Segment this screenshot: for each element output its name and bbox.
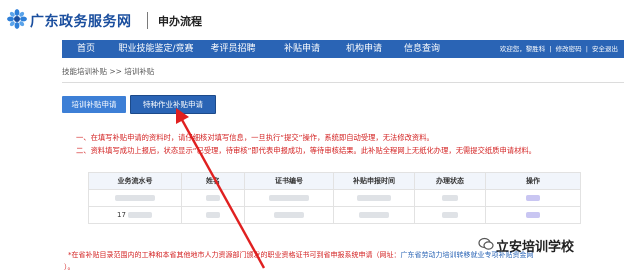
cell-cert-no (244, 189, 334, 207)
nav-subsidy-apply[interactable]: 补贴申请 (276, 40, 328, 58)
cell-name (181, 189, 245, 207)
nav-skill-appraisal[interactable]: 职业技能鉴定/竞赛 (114, 40, 198, 58)
col-serial: 业务流水号 (88, 172, 182, 190)
welcome-text: 欢迎您，黎胜科 (499, 45, 546, 53)
table-row: 17 (88, 206, 581, 224)
breadcrumb: 技能培训补贴 >> 培训补贴 (62, 67, 155, 76)
col-name: 姓名 (181, 172, 245, 190)
cell-status (414, 189, 486, 207)
col-action: 操作 (485, 172, 581, 190)
logout-link[interactable]: 安全退出 (592, 45, 618, 53)
tab-special-operation-subsidy[interactable]: 特种作业补贴申请 (130, 95, 216, 114)
cell-action[interactable] (485, 189, 581, 207)
cell-serial: 17 (88, 206, 182, 224)
header-divider (147, 12, 148, 29)
application-table: 业务流水号 姓名 证书编号 补贴申报时间 办理状态 操作 17 (88, 172, 581, 224)
wechat-icon (478, 237, 494, 250)
tab-training-subsidy[interactable]: 培训补贴申请 (62, 96, 126, 113)
main-nav: 首页 职业技能鉴定/竞赛 考评员招聘 补贴申请 机构申请 信息查询 欢迎您，黎胜… (62, 40, 624, 58)
nav-institution-apply[interactable]: 机构申请 (338, 40, 390, 58)
divider (62, 82, 624, 83)
nav-home[interactable]: 首页 (68, 40, 104, 58)
page-subtitle: 申办流程 (158, 15, 202, 28)
footnote: *在省补贴目录范围内的工种和本省其他地市人力资源部门颁发的职业资格证书可到省申报… (68, 250, 534, 260)
user-area: 欢迎您，黎胜科 | 修改密码 | 安全退出 (499, 45, 618, 53)
col-cert-no: 证书编号 (244, 172, 334, 190)
notice-line-2: 二、资料填写成功上报后，状态显示“已受理，待审核”即代表申报成功，等待审核结果。… (76, 146, 536, 155)
cell-apply-time (333, 189, 415, 207)
table-header-row: 业务流水号 姓名 证书编号 补贴申报时间 办理状态 操作 (88, 172, 581, 190)
table-row (88, 189, 581, 207)
cell-status (414, 206, 486, 224)
footnote-tail: ）。 (64, 263, 75, 271)
cell-serial (88, 189, 182, 207)
nav-info-query[interactable]: 信息查询 (396, 40, 448, 58)
watermark: 立安培训学校 (496, 240, 575, 255)
cell-action[interactable] (485, 206, 581, 224)
cell-apply-time (333, 206, 415, 224)
guangdong-logo-icon (7, 9, 27, 29)
top-header: 广东政务服务网 申办流程 (0, 0, 624, 40)
cell-name (181, 206, 245, 224)
col-status: 办理状态 (414, 172, 486, 190)
footnote-text: *在省补贴目录范围内的工种和本省其他地市人力资源部门颁发的职业资格证书可到省申报… (68, 251, 401, 259)
site-brand[interactable]: 广东政务服务网 (30, 11, 132, 31)
nav-examiner-recruit[interactable]: 考评员招聘 (204, 40, 262, 58)
notice-line-1: 一、在填写补贴申请的资料时，请仔细核对填写信息，一旦执行“提交”操作，系统即自动… (76, 133, 434, 142)
cell-cert-no (244, 206, 334, 224)
col-apply-time: 补贴申报时间 (333, 172, 415, 190)
edit-password-link[interactable]: 修改密码 (556, 45, 582, 53)
